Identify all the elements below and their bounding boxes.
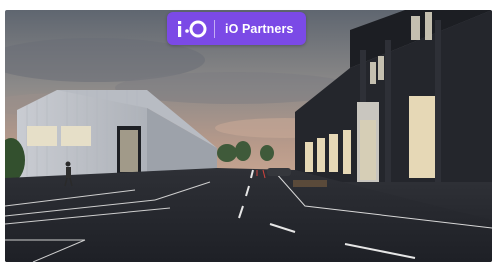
badge-divider: [214, 19, 215, 38]
io-logo-icon: [176, 18, 212, 40]
chevron-right-icon[interactable]: [490, 132, 499, 150]
property-photo[interactable]: [5, 10, 492, 262]
brand-name: iO Partners: [225, 21, 294, 36]
listing-image-carousel: iO Partners: [0, 0, 499, 264]
brand-badge: iO Partners: [167, 12, 306, 45]
